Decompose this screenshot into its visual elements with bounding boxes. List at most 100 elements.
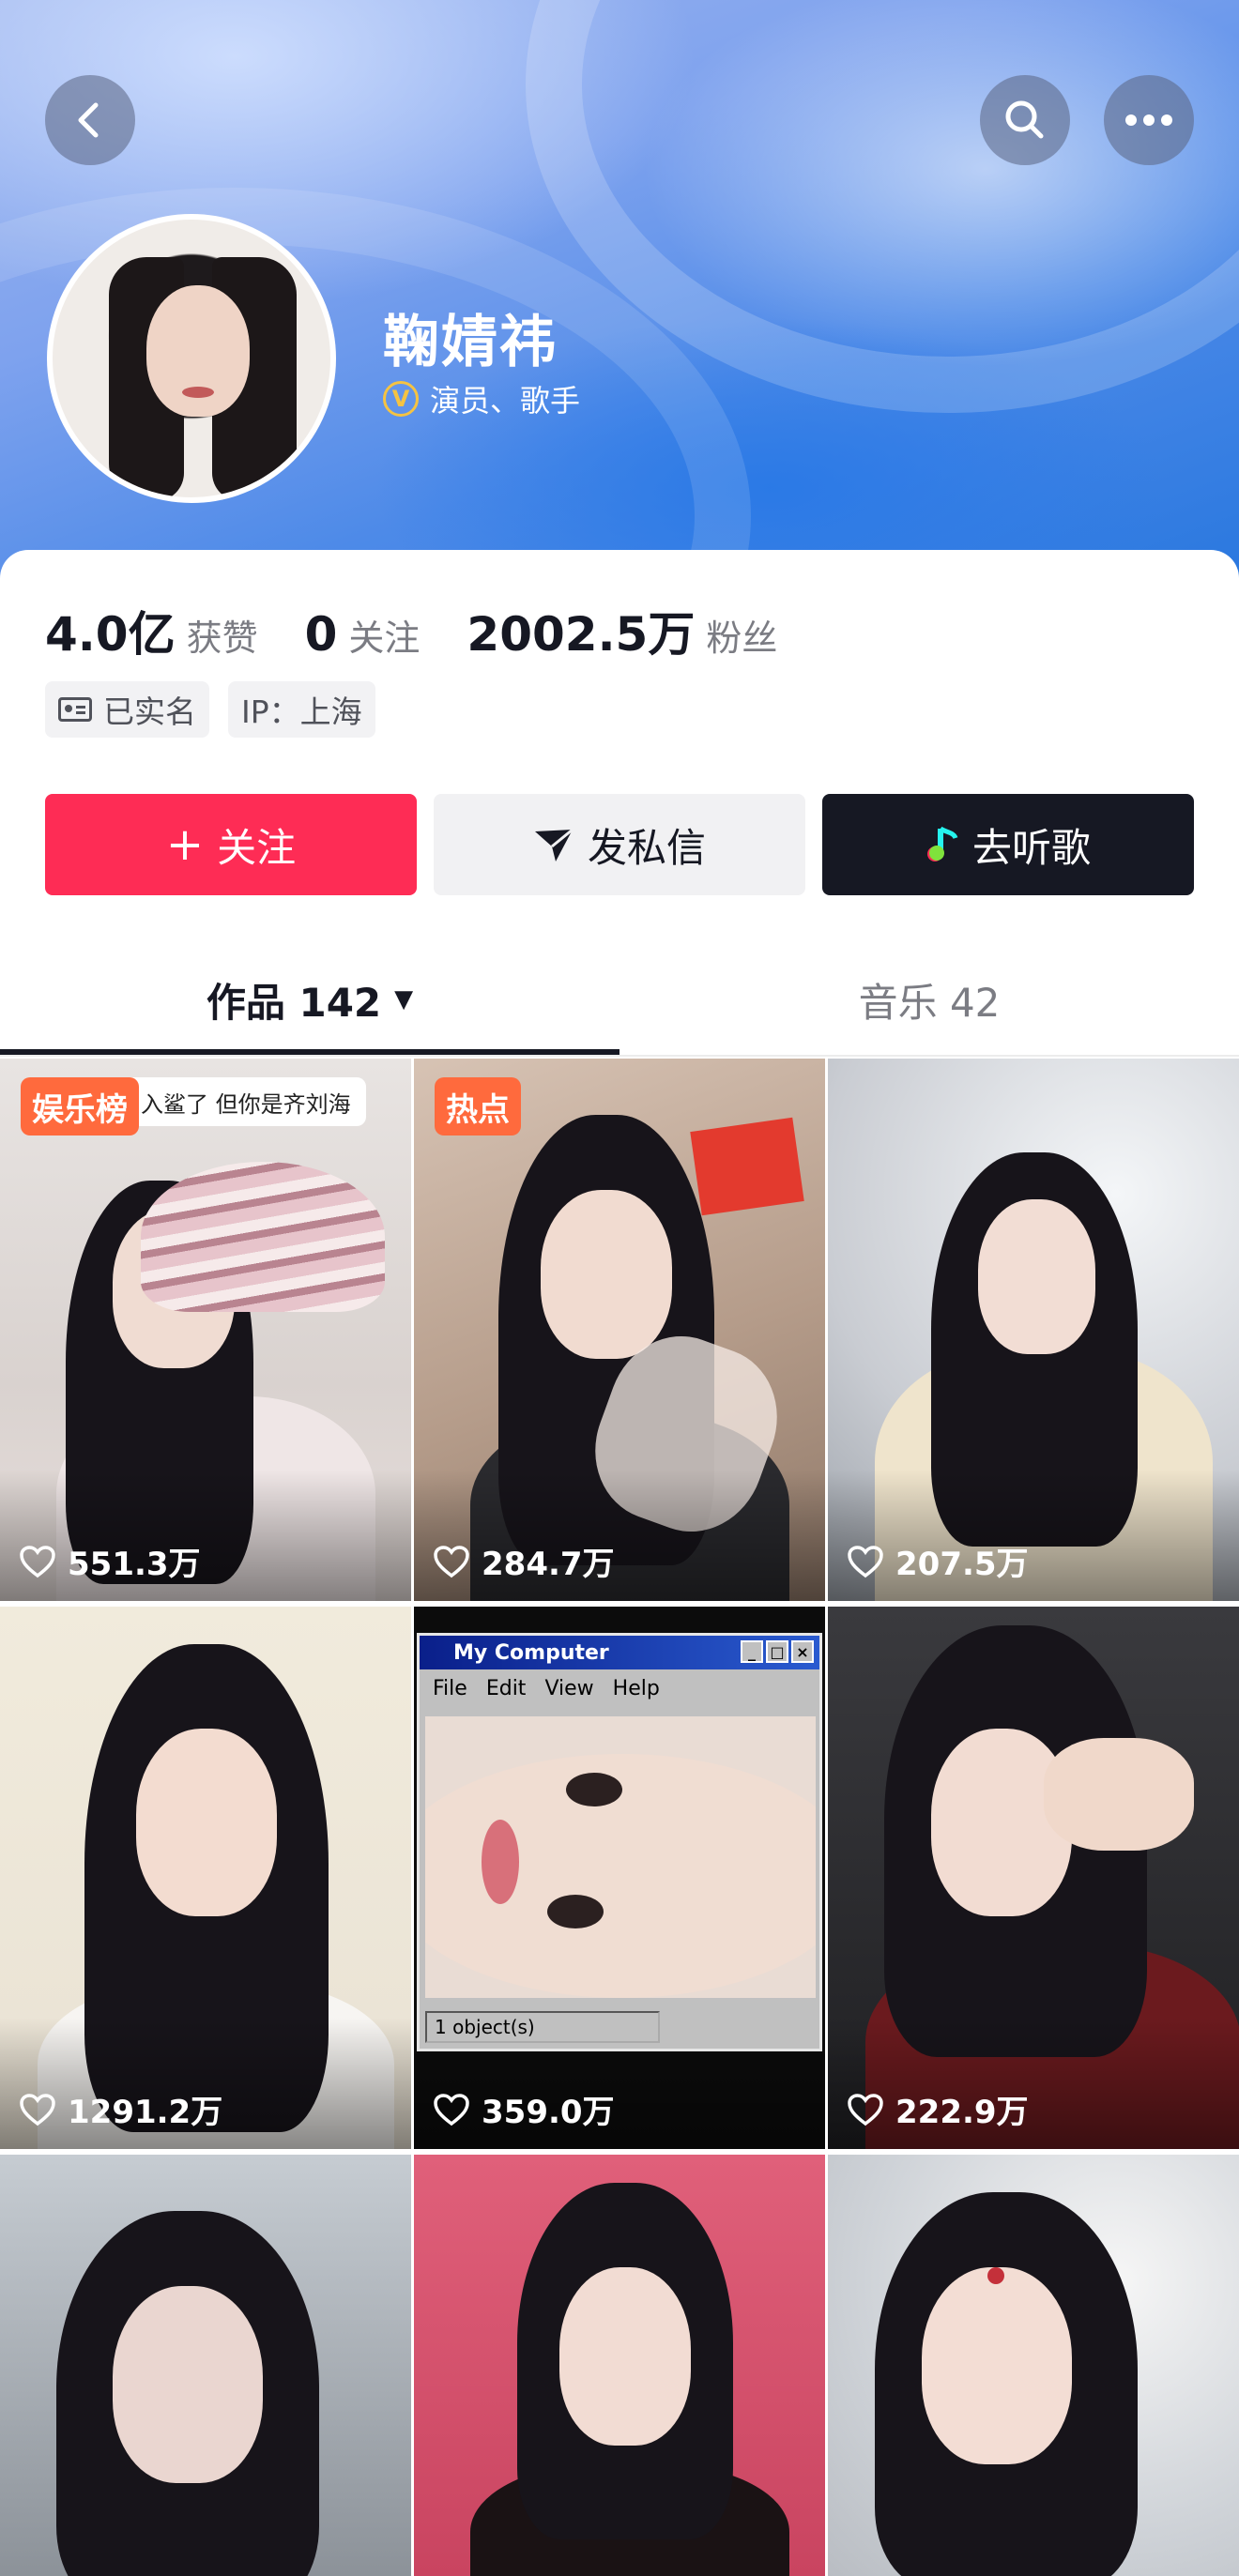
thumb-figure [113,2286,263,2483]
like-count-value: 551.3万 [68,1546,201,1583]
tag-text: IP：上海 [241,694,362,730]
window-title-bar: My Computer _ □ × [420,1636,819,1669]
search-icon [1005,100,1044,139]
thumb-figure [690,1117,804,1216]
tab-divider [0,1055,1239,1057]
video-thumbnail[interactable] [0,2155,411,2576]
thumb-figure [922,2267,1072,2464]
ranking-badge: 娱乐榜 [21,1077,139,1136]
more-button[interactable] [1104,75,1194,165]
stat-label: 粉丝 [706,617,778,659]
menu-item: Edit [485,1676,527,1700]
content-tabs: 作品 142 ▼ 音乐 42 [0,948,1239,1057]
thumb-figure [541,1190,672,1359]
plus-icon: + [165,818,205,871]
like-count-value: 207.5万 [895,1546,1029,1583]
window-buttons: _ □ × [741,1640,814,1663]
stat-value: 4.0亿 [45,607,176,662]
window-menu: File Edit View Help [420,1669,819,1707]
back-button[interactable] [45,75,135,165]
heart-icon [848,1545,883,1578]
music-label: 去听歌 [971,824,1091,871]
thumb-figure [566,1773,622,1806]
video-thumbnail[interactable] [828,2155,1239,2576]
thumb-figure [136,1729,277,1916]
retro-window-overlay: My Computer _ □ × File Edit View Help 1 … [417,1633,822,2051]
id-card-icon [58,697,92,722]
music-note-icon [926,826,958,861]
heart-icon [434,1545,469,1578]
tags-row: 已实名 IP：上海 [45,681,375,738]
tag-verified-identity[interactable]: 已实名 [45,681,209,738]
heart-icon [434,2093,469,2126]
hot-badge: 热点 [435,1077,521,1136]
listen-music-button[interactable]: 去听歌 [822,794,1194,895]
tag-text: 已实名 [103,694,196,730]
video-thumbnail[interactable]: 入鲨了 但你是齐刘海 娱乐榜 551.3万 [0,1059,411,1601]
profile-name: 鞠婧祎 [383,310,558,375]
verified-icon: V [383,381,419,417]
actions-row: + 关注 发私信 去听歌 [45,794,1194,895]
avatar-lips [182,387,214,398]
video-thumbnail[interactable]: 207.5万 [828,1059,1239,1601]
like-count-value: 359.0万 [482,2094,615,2131]
close-icon: × [791,1640,814,1663]
heart-icon [20,1545,55,1578]
menu-item: File [433,1676,467,1700]
stat-value: 2002.5万 [467,607,696,662]
like-count: 284.7万 [433,1538,615,1584]
stat-followers[interactable]: 2002.5万 粉丝 [467,597,777,664]
verified-row: V 演员、歌手 [383,377,580,420]
follow-button[interactable]: + 关注 [45,794,417,895]
like-count: 1291.2万 [19,2086,222,2132]
message-button[interactable]: 发私信 [434,794,805,895]
like-count: 551.3万 [19,1538,201,1584]
thumb-figure [547,1895,604,1928]
like-count: 207.5万 [847,1538,1029,1584]
tag-ip-location: IP：上海 [228,681,375,738]
thumb-figure [559,2267,691,2446]
thumb-figure [141,1162,385,1312]
like-count: 222.9万 [847,2086,1029,2132]
chevron-left-icon [78,102,99,138]
thumb-figure [1044,1738,1194,1851]
more-horizontal-icon [1125,114,1172,126]
minimize-icon: _ [741,1640,763,1663]
thumb-figure [482,1820,519,1904]
stat-label: 关注 [348,617,421,659]
window-view [425,1716,816,1998]
maximize-icon: □ [766,1640,788,1663]
tab-music-label: 音乐 42 [858,979,1001,1026]
stat-value: 0 [304,607,338,662]
video-thumbnail[interactable]: 222.9万 [828,1607,1239,2149]
message-label: 发私信 [587,824,706,871]
tab-works[interactable]: 作品 142 ▼ [0,948,620,1051]
stat-label: 获赞 [186,617,258,659]
video-thumbnail[interactable]: 热点 284.7万 [414,1059,825,1601]
send-icon [534,828,574,861]
like-count-value: 284.7万 [482,1546,615,1583]
heart-icon [20,2093,55,2126]
tab-music[interactable]: 音乐 42 [620,948,1239,1051]
like-count: 359.0万 [433,2086,615,2132]
video-thumbnail[interactable] [414,2155,825,2576]
stat-likes[interactable]: 4.0亿 获赞 [45,597,258,664]
thumb-figure [987,2267,1004,2284]
stat-following[interactable]: 0 关注 [305,607,421,662]
window-status: 1 object(s) [425,2011,660,2043]
tab-works-label: 作品 142 [206,979,382,1026]
window-title: My Computer [453,1640,609,1665]
avatar[interactable] [47,214,336,503]
like-count-value: 1291.2万 [68,2094,223,2131]
like-count-value: 222.9万 [895,2094,1029,2131]
dropdown-caret-icon[interactable]: ▼ [394,985,413,1014]
menu-item: View [544,1676,594,1700]
search-button[interactable] [980,75,1070,165]
heart-icon [848,2093,883,2126]
stats-row: 4.0亿 获赞 0 关注 2002.5万 粉丝 [45,597,824,664]
menu-item: Help [612,1676,660,1700]
follow-label: 关注 [217,824,297,871]
thumb-figure [978,1199,1095,1354]
verified-text: 演员、歌手 [430,383,581,419]
video-thumbnail[interactable]: 1291.2万 [0,1607,411,2149]
